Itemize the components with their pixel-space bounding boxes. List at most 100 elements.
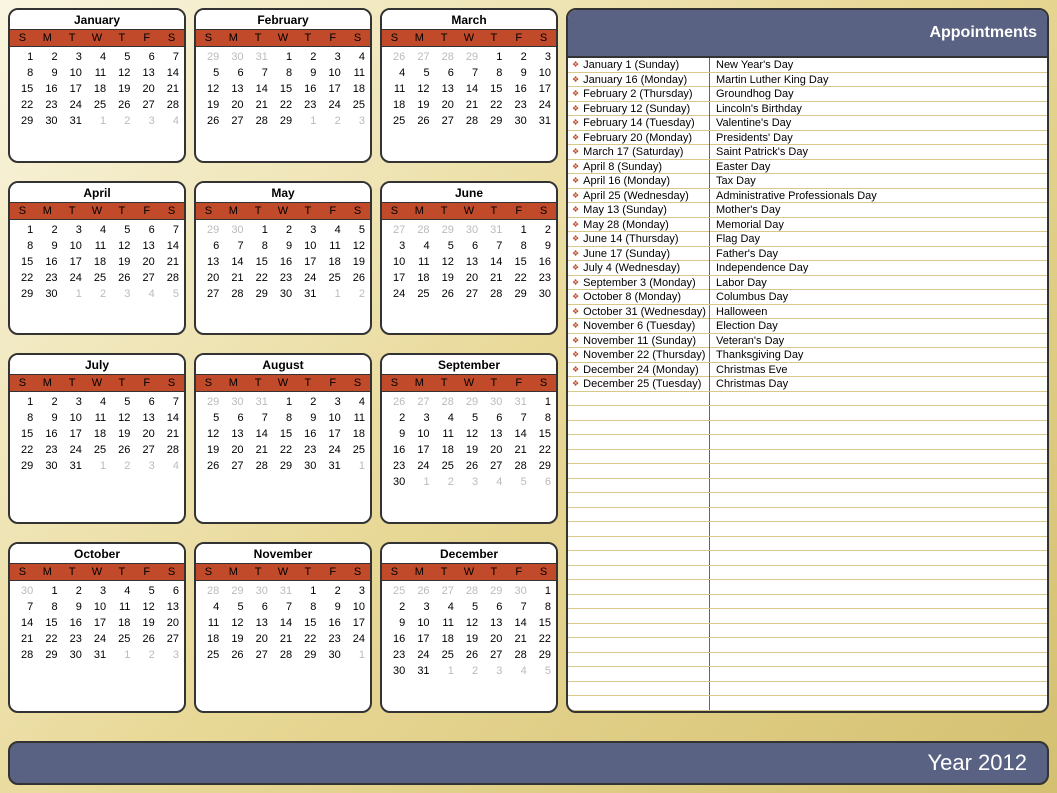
day-cell: 22: [12, 270, 36, 286]
day-cell: 17: [61, 81, 85, 97]
day-cell: 28: [247, 458, 271, 474]
day-cell: 6: [158, 583, 182, 599]
appointment-row: ❖February 12 (Sunday)Lincoln's Birthday: [568, 102, 1047, 117]
day-cell: 4: [85, 394, 109, 410]
day-cell-next: 5: [158, 286, 182, 302]
day-cell: 28: [271, 647, 295, 663]
month-box: NovemberSMTWTFS2829303112345678910111213…: [194, 542, 372, 713]
appointment-date: ❖February 12 (Sunday): [568, 102, 710, 116]
day-cell: 11: [85, 65, 109, 81]
appointment-row-empty: [568, 595, 1047, 610]
dow-cell: S: [10, 375, 35, 391]
day-cell: 25: [85, 442, 109, 458]
day-cell: 30: [319, 647, 343, 663]
diamond-bullet-icon: ❖: [572, 261, 579, 275]
dow-cell: S: [159, 30, 184, 46]
day-cell: 22: [12, 442, 36, 458]
day-cell: 19: [109, 81, 133, 97]
appointment-row-empty: [568, 464, 1047, 479]
day-cell: 25: [384, 113, 408, 129]
day-cell: 29: [295, 647, 319, 663]
appointment-row: ❖February 2 (Thursday)Groundhog Day: [568, 87, 1047, 102]
appointment-date: ❖February 14 (Tuesday): [568, 116, 710, 130]
day-cell: 29: [505, 286, 529, 302]
appointment-row-empty: [568, 508, 1047, 523]
days-grid: 2829303112345678910111213141516171819202…: [196, 581, 370, 667]
day-cell-next: 4: [133, 286, 157, 302]
dow-cell: W: [85, 203, 110, 219]
day-cell: 27: [133, 97, 157, 113]
month-box: MarchSMTWTFS2627282912345678910111213141…: [380, 8, 558, 163]
day-cell: 15: [271, 81, 295, 97]
dow-cell: S: [382, 564, 407, 580]
day-cell: 19: [198, 442, 222, 458]
appointment-row-empty: [568, 624, 1047, 639]
day-cell: 13: [247, 615, 271, 631]
day-cell: 28: [457, 113, 481, 129]
day-cell: 31: [530, 113, 554, 129]
day-cell: 25: [109, 631, 133, 647]
dow-cell: T: [481, 203, 506, 219]
diamond-bullet-icon: ❖: [572, 319, 579, 333]
dow-cell: F: [506, 30, 531, 46]
day-cell-prev: 29: [457, 394, 481, 410]
day-cell: 8: [530, 410, 554, 426]
day-cell: 29: [247, 286, 271, 302]
dow-cell: S: [531, 375, 556, 391]
days-grid: 2930123456789101112131415161718192021222…: [196, 220, 370, 306]
day-cell: 2: [36, 222, 60, 238]
appointment-row-empty: [568, 638, 1047, 653]
dow-cell: M: [35, 375, 60, 391]
day-cell: 27: [198, 286, 222, 302]
day-cell: 6: [222, 410, 246, 426]
day-cell: 12: [133, 599, 157, 615]
day-cell: 21: [505, 631, 529, 647]
appointment-row-empty: [568, 479, 1047, 494]
appointment-row: ❖March 17 (Saturday)Saint Patrick's Day: [568, 145, 1047, 160]
diamond-bullet-icon: ❖: [572, 232, 579, 246]
day-cell: 27: [481, 458, 505, 474]
dow-cell: W: [271, 564, 296, 580]
appointment-date-text: June 17 (Sunday): [583, 247, 670, 261]
day-cell: 22: [530, 442, 554, 458]
day-cell-prev: 27: [384, 222, 408, 238]
appointment-row: ❖November 22 (Thursday)Thanksgiving Day: [568, 348, 1047, 363]
dow-row: SMTWTFS: [382, 202, 556, 220]
day-cell: 7: [222, 238, 246, 254]
calendar-grid: JanuarySMTWTFS12345678910111213141516171…: [8, 8, 558, 713]
day-cell: 1: [36, 583, 60, 599]
day-cell: 4: [408, 238, 432, 254]
dow-row: SMTWTFS: [10, 29, 184, 47]
dow-cell: F: [506, 375, 531, 391]
appointment-event: Christmas Eve: [710, 363, 1047, 377]
day-cell: 19: [109, 426, 133, 442]
dow-cell: W: [85, 564, 110, 580]
day-cell: 23: [61, 631, 85, 647]
appointment-date-text: March 17 (Saturday): [583, 145, 683, 159]
day-cell: 28: [481, 286, 505, 302]
appointment-row: ❖December 24 (Monday)Christmas Eve: [568, 363, 1047, 378]
day-cell: 2: [505, 49, 529, 65]
month-title: January: [10, 10, 184, 29]
day-cell: 13: [481, 426, 505, 442]
day-cell: 28: [505, 647, 529, 663]
day-cell: 9: [36, 65, 60, 81]
day-cell: 11: [344, 65, 368, 81]
dow-cell: T: [60, 203, 85, 219]
appointment-date-text: February 12 (Sunday): [583, 102, 690, 116]
day-cell: 26: [109, 442, 133, 458]
day-cell: 14: [12, 615, 36, 631]
dow-cell: S: [159, 564, 184, 580]
day-cell: 18: [198, 631, 222, 647]
day-cell: 1: [295, 583, 319, 599]
day-cell-next: 4: [505, 663, 529, 679]
day-cell: 1: [271, 49, 295, 65]
day-cell-next: 2: [433, 474, 457, 490]
day-cell: 30: [384, 474, 408, 490]
month-title: May: [196, 183, 370, 202]
day-cell-prev: 31: [271, 583, 295, 599]
day-cell: 10: [85, 599, 109, 615]
dow-cell: S: [196, 203, 221, 219]
day-cell-next: 3: [158, 647, 182, 663]
month-title: August: [196, 355, 370, 374]
